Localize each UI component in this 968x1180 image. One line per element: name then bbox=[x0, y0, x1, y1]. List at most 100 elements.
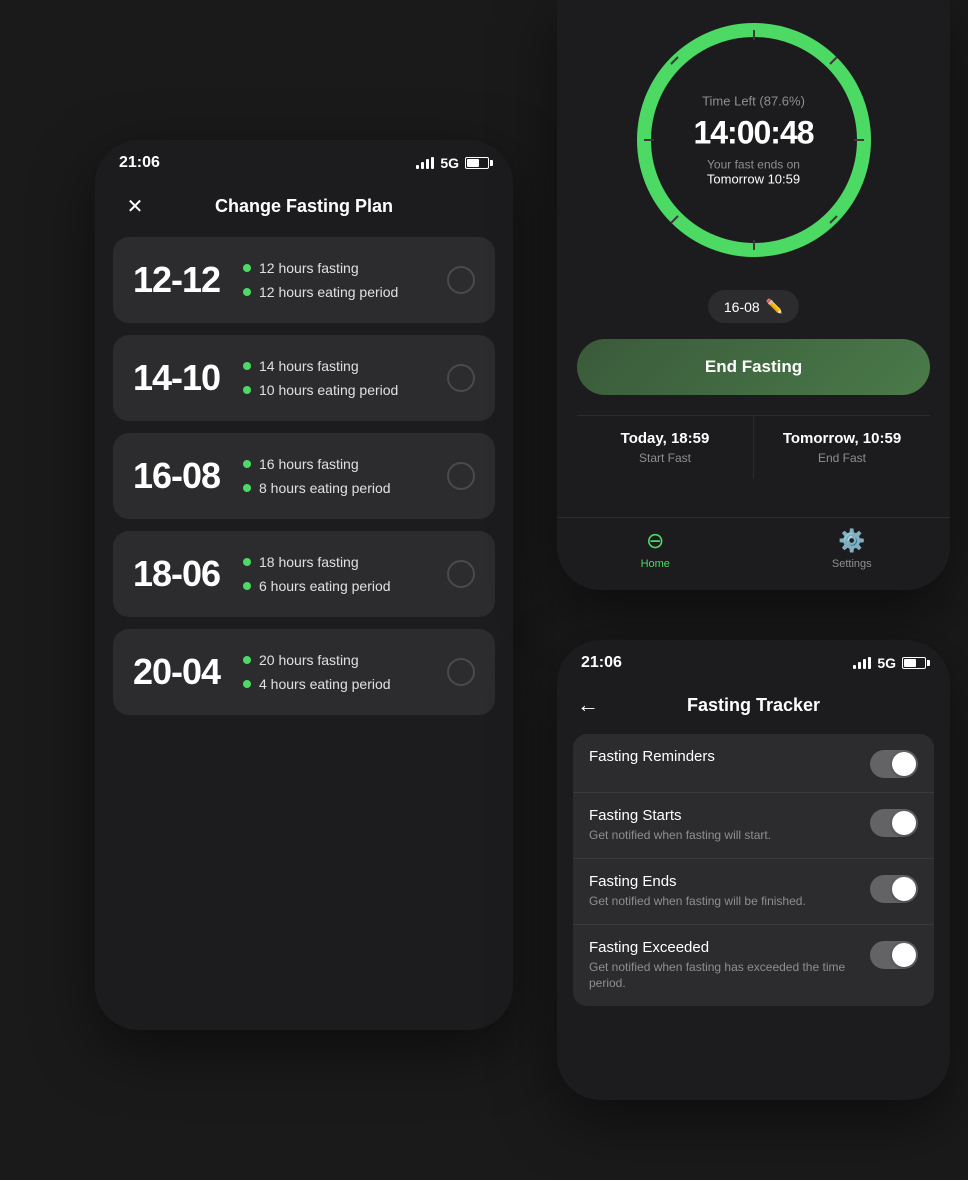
network-label-bottom: 5G bbox=[877, 655, 896, 671]
signal-icon bbox=[416, 157, 434, 169]
plan-detail-fasting: 16 hours fasting bbox=[259, 456, 359, 472]
plan-detail-item: 6 hours eating period bbox=[243, 578, 391, 594]
green-dot-icon bbox=[243, 680, 251, 688]
plan-number: 20-04 bbox=[133, 651, 243, 693]
timer-section: Time Left (87.6%) 14:00:48 Your fast end… bbox=[557, 10, 950, 479]
signal-icon-bottom bbox=[853, 657, 871, 669]
plan-detail-eating: 12 hours eating period bbox=[259, 284, 398, 300]
plan-detail-item: 14 hours fasting bbox=[243, 358, 398, 374]
plan-detail-eating: 10 hours eating period bbox=[259, 382, 398, 398]
plan-detail-item: 12 hours eating period bbox=[243, 284, 398, 300]
plan-select-circle bbox=[447, 462, 475, 490]
close-icon: ✕ bbox=[127, 194, 144, 219]
plan-card-12-12[interactable]: 12-12 12 hours fasting 12 hours eating p… bbox=[113, 237, 495, 323]
settings-row-reminders: Fasting Reminders bbox=[573, 734, 934, 793]
settings-row-title: Fasting Reminders bbox=[589, 748, 870, 765]
end-fast-time: Tomorrow, 10:59 bbox=[764, 430, 920, 447]
settings-row-text: Fasting Exceeded Get notified when fasti… bbox=[589, 939, 870, 993]
bottom-nav: ⊖ Home ⚙️ Settings bbox=[557, 517, 950, 590]
plan-details: 18 hours fasting 6 hours eating period bbox=[243, 554, 391, 594]
green-dot-icon bbox=[243, 362, 251, 370]
plan-details: 14 hours fasting 10 hours eating period bbox=[243, 358, 398, 398]
settings-row-subtitle: Get notified when fasting has exceeded t… bbox=[589, 959, 870, 993]
green-dot-icon bbox=[243, 656, 251, 664]
end-fasting-button[interactable]: End Fasting bbox=[577, 339, 930, 395]
nav-settings-label: Settings bbox=[832, 558, 872, 570]
toggle-knob bbox=[892, 811, 916, 835]
current-plan-badge[interactable]: 16-08 ✏️ bbox=[708, 290, 799, 323]
battery-icon-bottom bbox=[902, 657, 926, 669]
plan-card-16-08[interactable]: 16-08 16 hours fasting 8 hours eating pe… bbox=[113, 433, 495, 519]
settings-row-ends: Fasting Ends Get notified when fasting w… bbox=[573, 859, 934, 925]
nav-item-home[interactable]: ⊖ Home bbox=[557, 528, 754, 570]
left-phone-header: ✕ Change Fasting Plan bbox=[95, 180, 513, 237]
plan-detail-eating: 6 hours eating period bbox=[259, 578, 391, 594]
end-fast-label: End Fast bbox=[764, 451, 920, 465]
settings-row-text: Fasting Ends Get notified when fasting w… bbox=[589, 873, 870, 910]
plan-number: 16-08 bbox=[133, 455, 243, 497]
home-icon: ⊖ bbox=[646, 528, 664, 554]
right-bottom-phone: 21:06 5G ← Fasting Tracker Fasting Remin… bbox=[557, 640, 950, 1100]
plan-select-circle bbox=[447, 658, 475, 686]
settings-icon: ⚙️ bbox=[838, 528, 865, 554]
toggle-exceeded[interactable] bbox=[870, 941, 918, 969]
settings-row-title: Fasting Exceeded bbox=[589, 939, 870, 956]
plan-detail-eating: 8 hours eating period bbox=[259, 480, 391, 496]
green-dot-icon bbox=[243, 386, 251, 394]
toggle-knob bbox=[892, 877, 916, 901]
status-time-right-bottom: 21:06 bbox=[581, 654, 622, 672]
toggle-reminders[interactable] bbox=[870, 750, 918, 778]
settings-row-title: Fasting Starts bbox=[589, 807, 870, 824]
plan-detail-item: 16 hours fasting bbox=[243, 456, 391, 472]
plan-number: 12-12 bbox=[133, 259, 243, 301]
toggle-knob bbox=[892, 943, 916, 967]
plan-detail-item: 12 hours fasting bbox=[243, 260, 398, 276]
timer-display: 14:00:48 bbox=[693, 115, 813, 152]
plan-detail-fasting: 20 hours fasting bbox=[259, 652, 359, 668]
right-top-phone: Time Left (87.6%) 14:00:48 Your fast end… bbox=[557, 0, 950, 590]
plan-detail-item: 20 hours fasting bbox=[243, 652, 391, 668]
plan-card-14-10[interactable]: 14-10 14 hours fasting 10 hours eating p… bbox=[113, 335, 495, 421]
status-right-bottom: 5G bbox=[853, 655, 926, 671]
plan-select-circle bbox=[447, 364, 475, 392]
green-dot-icon bbox=[243, 558, 251, 566]
nav-item-settings[interactable]: ⚙️ Settings bbox=[754, 528, 951, 570]
plan-detail-fasting: 18 hours fasting bbox=[259, 554, 359, 570]
plan-detail-item: 10 hours eating period bbox=[243, 382, 398, 398]
plan-detail-fasting: 14 hours fasting bbox=[259, 358, 359, 374]
settings-row-text: Fasting Reminders bbox=[589, 748, 870, 768]
toggle-ends[interactable] bbox=[870, 875, 918, 903]
toggle-starts[interactable] bbox=[870, 809, 918, 837]
nav-home-label: Home bbox=[641, 558, 670, 570]
fast-ends-on-label: Your fast ends on bbox=[693, 158, 813, 172]
timer-center: Time Left (87.6%) 14:00:48 Your fast end… bbox=[693, 94, 813, 187]
plan-detail-item: 4 hours eating period bbox=[243, 676, 391, 692]
time-left-label: Time Left (87.6%) bbox=[693, 94, 813, 109]
status-time-left: 21:06 bbox=[119, 154, 160, 172]
page-title-left: Change Fasting Plan bbox=[215, 196, 393, 217]
plan-details: 12 hours fasting 12 hours eating period bbox=[243, 260, 398, 300]
settings-header: ← Fasting Tracker bbox=[557, 680, 950, 734]
plans-list: 12-12 12 hours fasting 12 hours eating p… bbox=[95, 237, 513, 715]
green-dot-icon bbox=[243, 582, 251, 590]
plan-select-circle bbox=[447, 560, 475, 588]
settings-row-exceeded: Fasting Exceeded Get notified when fasti… bbox=[573, 925, 934, 1007]
left-phone: 21:06 5G ✕ Change Fasting Plan 12-12 bbox=[95, 140, 513, 1030]
close-button[interactable]: ✕ bbox=[119, 191, 151, 223]
start-fast-item: Today, 18:59 Start Fast bbox=[577, 416, 754, 479]
status-bar-left: 21:06 5G bbox=[95, 140, 513, 180]
back-button[interactable]: ← bbox=[577, 692, 599, 718]
plan-card-18-06[interactable]: 18-06 18 hours fasting 6 hours eating pe… bbox=[113, 531, 495, 617]
settings-card: Fasting Reminders Fasting Starts Get not… bbox=[573, 734, 934, 1006]
plan-details: 20 hours fasting 4 hours eating period bbox=[243, 652, 391, 692]
plan-number: 18-06 bbox=[133, 553, 243, 595]
timer-ring-container: Time Left (87.6%) 14:00:48 Your fast end… bbox=[624, 10, 884, 270]
settings-row-starts: Fasting Starts Get notified when fasting… bbox=[573, 793, 934, 859]
plan-detail-fasting: 12 hours fasting bbox=[259, 260, 359, 276]
end-fast-item: Tomorrow, 10:59 End Fast bbox=[754, 416, 930, 479]
settings-row-text: Fasting Starts Get notified when fasting… bbox=[589, 807, 870, 844]
plan-card-20-04[interactable]: 20-04 20 hours fasting 4 hours eating pe… bbox=[113, 629, 495, 715]
status-bar-right-bottom: 21:06 5G bbox=[557, 640, 950, 680]
settings-row-title: Fasting Ends bbox=[589, 873, 870, 890]
edit-icon: ✏️ bbox=[766, 298, 783, 315]
